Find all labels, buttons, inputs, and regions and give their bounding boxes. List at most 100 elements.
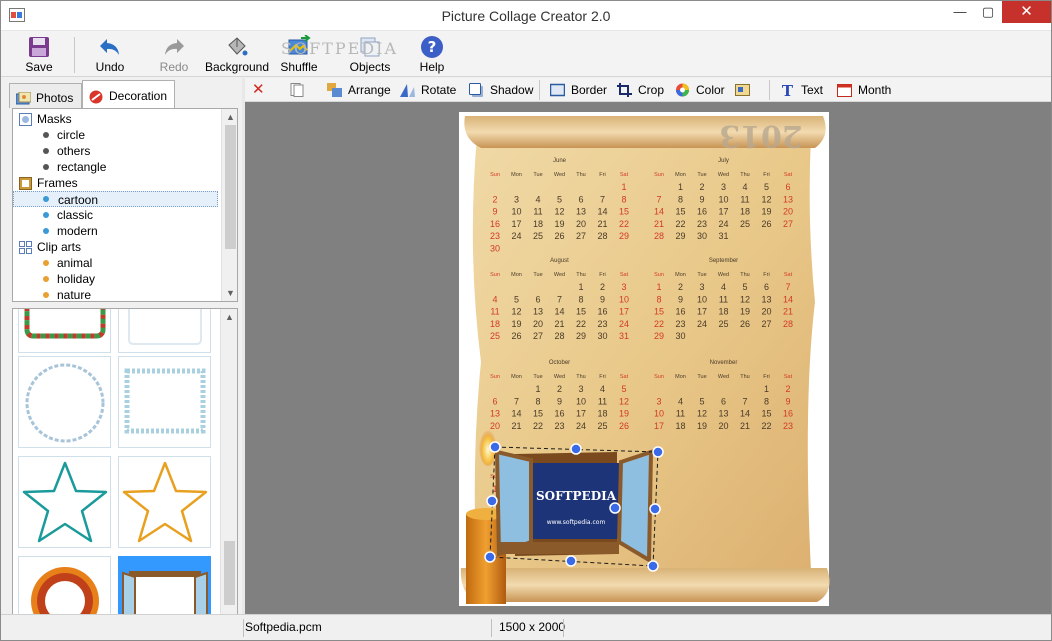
day-number: 8 (578, 294, 583, 304)
tab-decoration[interactable]: Decoration (82, 80, 175, 109)
frame-thumb-4[interactable] (118, 356, 211, 448)
tree-scrollbar[interactable]: ▲ ▼ (221, 109, 237, 301)
day-number: 20 (533, 319, 543, 329)
frame-thumb-5[interactable] (18, 456, 111, 548)
weekday-label: Fri (763, 172, 769, 178)
day-number: 30 (697, 231, 707, 241)
day-number: 30 (597, 331, 607, 341)
day-number: 19 (740, 307, 750, 317)
day-number: 11 (490, 307, 499, 317)
tree-item-cartoon[interactable]: cartoon (13, 191, 218, 207)
day-number: 29 (619, 231, 629, 241)
day-number: 22 (576, 319, 586, 329)
background-button[interactable]: Background (204, 33, 270, 75)
help-button[interactable]: ? Help (411, 33, 453, 75)
shadow-button[interactable]: Shadow (469, 81, 533, 99)
day-number: 9 (492, 207, 497, 217)
delete-icon[interactable]: ✕ (252, 81, 268, 99)
day-number: 5 (514, 294, 519, 304)
weekday-label: Wed (718, 172, 729, 178)
day-number: 24 (697, 319, 707, 329)
month-name: August (550, 258, 569, 264)
color-button[interactable]: Color (675, 81, 725, 99)
scroll-up-icon[interactable]: ▲ (225, 111, 236, 123)
tree-item-animal[interactable]: animal (13, 255, 218, 271)
day-number: 27 (761, 319, 771, 329)
tree-item-masks[interactable]: Masks (13, 111, 218, 127)
day-number: 4 (721, 282, 726, 292)
day-number: 29 (675, 231, 685, 241)
day-number: 26 (511, 331, 521, 341)
tree-item-others[interactable]: others (13, 143, 218, 159)
border-button[interactable]: Border (550, 81, 607, 99)
day-number: 2 (492, 194, 497, 204)
calendar-poster[interactable]: 2013 JuneSun Mon Tue Wed Thu Fri Sat12 3 4 5 6 7 89 1… (245, 102, 1051, 614)
day-number: 10 (718, 194, 728, 204)
tree-item-circle[interactable]: circle (13, 127, 218, 143)
objects-label: Objects (349, 60, 391, 74)
day-number: 1 (764, 384, 769, 394)
gallery-scrollbar[interactable]: ▲ ▼ (220, 309, 237, 629)
weekday-label: Thu (740, 272, 749, 278)
minimize-button[interactable]: — (946, 1, 974, 23)
tree-item-clip-arts[interactable]: Clip arts (13, 239, 218, 255)
copy-button[interactable] (289, 81, 310, 99)
tree-item-frames[interactable]: Frames (13, 175, 218, 191)
day-number: 9 (557, 396, 562, 406)
weekday-label: Tue (697, 272, 706, 278)
frame-thumb-6[interactable] (118, 456, 211, 548)
svg-text:T: T (782, 83, 794, 97)
month-name: October (549, 360, 570, 366)
tree-item-rectangle[interactable]: rectangle (13, 159, 218, 175)
day-number: 13 (533, 307, 543, 317)
color-label: Color (696, 83, 725, 97)
text-button[interactable]: T Text (780, 81, 823, 99)
window-frame-photo[interactable]: SOFTPEDIA www.softpedia.com (494, 449, 654, 564)
frame-thumb-1[interactable] (18, 309, 111, 353)
rotate-button[interactable]: Rotate (400, 81, 456, 99)
tree-item-nature[interactable]: nature (13, 287, 218, 301)
maximize-button[interactable]: ▢ (974, 1, 1002, 23)
tree-label-holiday: holiday (57, 272, 96, 286)
day-number: 23 (675, 319, 685, 329)
day-number: 17 (511, 219, 521, 229)
gallery-scroll-thumb[interactable] (224, 541, 235, 605)
scroll-down-icon[interactable]: ▼ (225, 287, 236, 299)
gallery-scroll-up-icon[interactable]: ▲ (224, 311, 235, 323)
tree-item-classic[interactable]: classic (13, 207, 218, 223)
day-number: 12 (619, 396, 629, 406)
arrange-button[interactable]: Arrange (327, 81, 391, 99)
month-button[interactable]: Month (837, 81, 891, 99)
tab-photos[interactable]: Photos (9, 83, 82, 108)
frame-thumb-3[interactable] (18, 356, 111, 448)
frame-thumb-2[interactable] (118, 309, 211, 353)
day-number: 18 (718, 307, 728, 317)
day-number: 7 (557, 294, 562, 304)
tree-item-holiday[interactable]: holiday (13, 271, 218, 287)
crop-button[interactable]: Crop (617, 81, 664, 99)
save-button[interactable]: Save (15, 33, 63, 75)
collage-canvas[interactable]: 2013 June Sun Mon Tue Wed Thu Fri Sat 1 2 3 4 5 6 7 8 9 1… (245, 102, 1051, 614)
day-number: 7 (656, 194, 661, 204)
day-number: 28 (654, 231, 664, 241)
day-number: 6 (535, 294, 540, 304)
day-number: 12 (511, 307, 521, 317)
tree-item-modern[interactable]: modern (13, 223, 218, 239)
day-number: 15 (576, 307, 586, 317)
day-number: 22 (619, 219, 629, 229)
weekday-label: Thu (740, 374, 749, 380)
weekday-label: Mon (675, 172, 686, 178)
tree-scroll-thumb[interactable] (225, 125, 236, 249)
day-number: 21 (597, 219, 607, 229)
day-number: 9 (678, 294, 683, 304)
status-image-size: 1500 x 2000 (499, 620, 566, 634)
day-number: 4 (492, 294, 497, 304)
redo-button[interactable]: Redo (151, 33, 197, 75)
left-panel: Photos Decoration Masks circle others re… (1, 78, 242, 630)
day-number: 7 (600, 194, 605, 204)
picture-effect-button[interactable] (735, 81, 756, 99)
undo-button[interactable]: Undo (87, 33, 133, 75)
day-number: 29 (576, 331, 586, 341)
day-number: 17 (576, 409, 586, 419)
close-button[interactable]: ✕ (1002, 1, 1051, 23)
